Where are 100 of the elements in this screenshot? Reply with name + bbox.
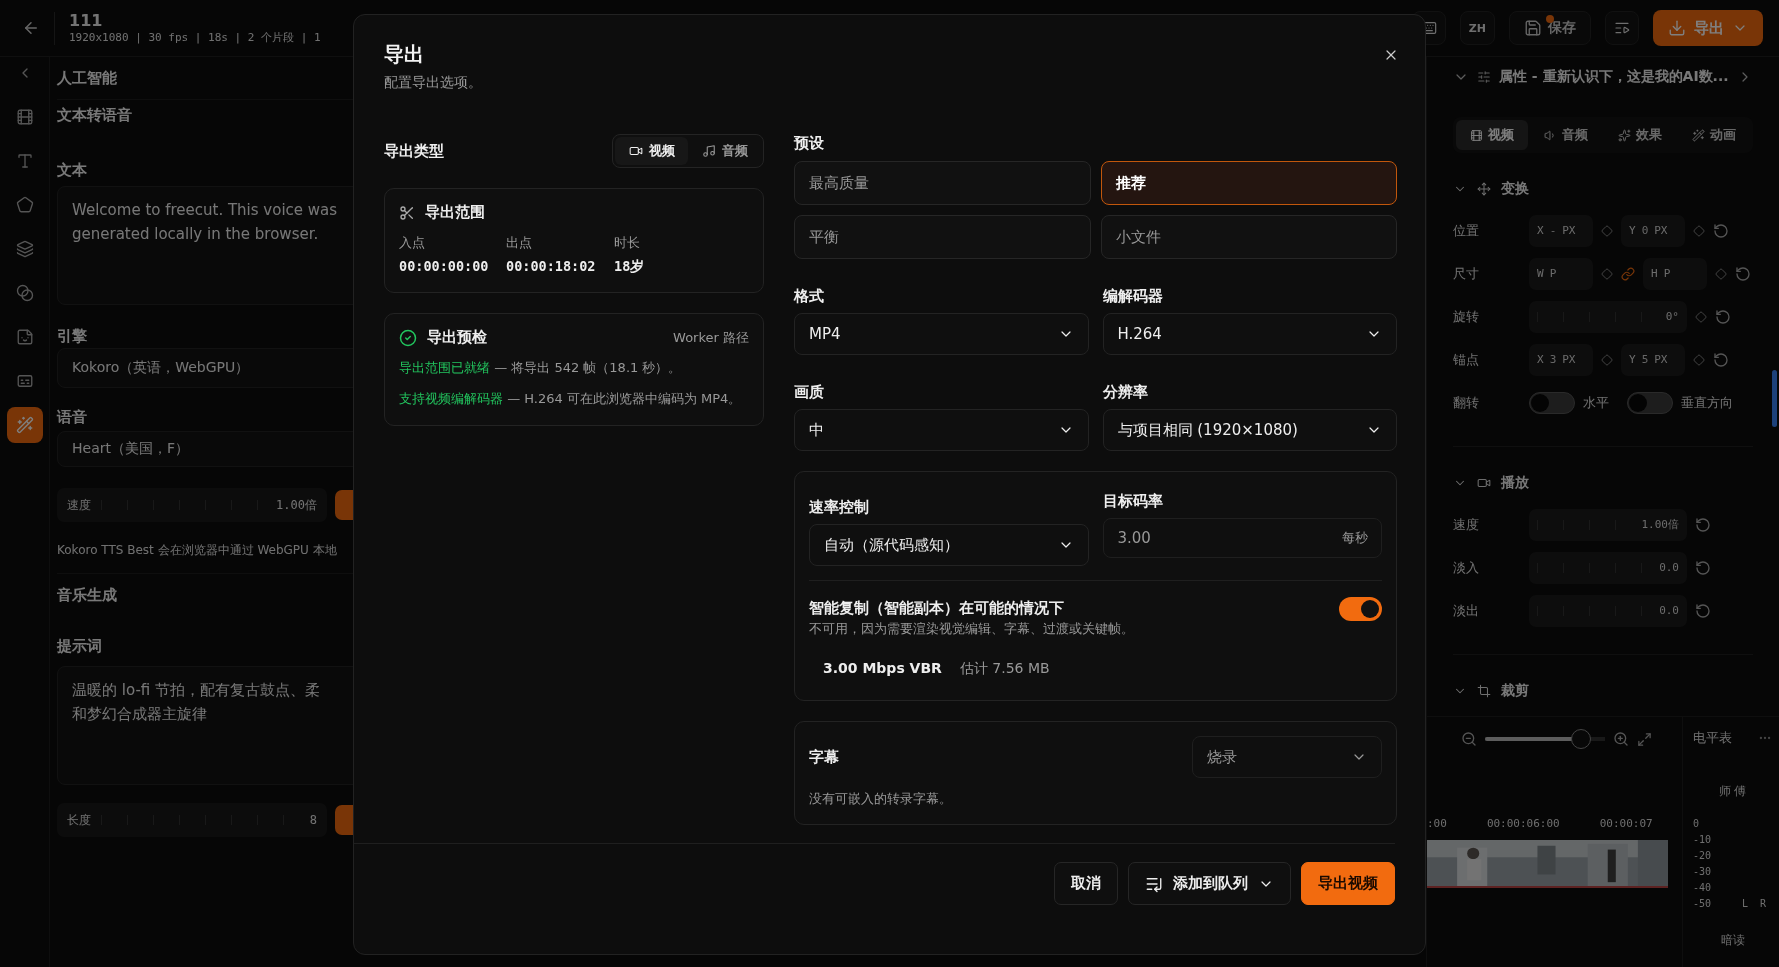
back-icon[interactable] [22, 19, 40, 37]
property-tab[interactable]: 效果 [1604, 120, 1676, 150]
speed-field[interactable]: 速度 1.00倍 [57, 488, 327, 522]
number-field[interactable]: Y 5 PX [1621, 343, 1685, 376]
keyframe-icon[interactable] [1601, 267, 1613, 280]
value-field[interactable]: 1.00倍 [1529, 508, 1687, 541]
value-field[interactable]: 0° [1529, 300, 1687, 333]
unit-label: P [1663, 267, 1671, 280]
meter-title: 电平表 [1693, 729, 1732, 747]
reset-icon[interactable] [1695, 602, 1711, 619]
field-label: 字幕 [809, 747, 839, 767]
move-icon [1477, 182, 1491, 196]
property-tab[interactable]: 动画 [1678, 120, 1750, 150]
reset-icon[interactable] [1695, 516, 1711, 533]
toggle-switch[interactable] [1627, 391, 1673, 414]
keyframe-icon[interactable] [1695, 310, 1707, 323]
panel-title: 人工智能 [57, 68, 117, 88]
type-tab[interactable]: 音频 [688, 137, 761, 165]
scale-label: -10 [1693, 834, 1712, 846]
queue-button[interactable]: 添加到队列 [1128, 862, 1291, 905]
keyframe-icon[interactable] [1601, 224, 1613, 237]
cancel-button[interactable]: 取消 [1054, 862, 1118, 905]
keyframe-icon[interactable] [1693, 353, 1705, 366]
reset-icon[interactable] [1695, 559, 1711, 576]
scale-label: -20 [1693, 850, 1712, 862]
field-label: 预设 [794, 134, 825, 153]
subtitles-note: 没有可嵌入的转录字幕。 [809, 790, 953, 808]
check-message: 支持视频编解码器 — H.264 可在此浏览器中编码为 MP4。 [399, 390, 743, 408]
reset-icon[interactable] [1713, 222, 1729, 239]
select-field[interactable]: 自动（源代码感知） [809, 524, 1089, 566]
zoom-out-icon[interactable] [1461, 731, 1477, 747]
ruler-label: 00:00:07 [1599, 817, 1653, 830]
queue-button[interactable] [1605, 11, 1639, 45]
property-tab[interactable]: 音频 [1530, 120, 1602, 150]
select-field[interactable]: 与项目相同 (1920×1080) [1102, 409, 1397, 451]
save-button[interactable]: 保存 [1509, 11, 1591, 45]
field-label: 目标码率 [1102, 492, 1164, 511]
number-field[interactable]: H P [1643, 257, 1707, 290]
number-field[interactable]: X - PX [1529, 214, 1593, 247]
keyframe-icon[interactable] [1693, 224, 1705, 237]
expand-icon[interactable] [1637, 731, 1652, 747]
number-field[interactable]: W P [1529, 257, 1593, 290]
property-label: 淡出 [1453, 601, 1480, 620]
sidebar-tool[interactable] [6, 407, 43, 443]
download-icon [1668, 19, 1686, 37]
slider-value: 0.0 [1659, 561, 1679, 574]
video-camera-icon [628, 144, 643, 158]
axis-label: Y [1629, 224, 1636, 237]
pentagon-icon [15, 196, 34, 214]
preset-option[interactable]: 最高质量 [794, 161, 1091, 205]
bitrate-summary: 3.00 Mbps VBR [823, 660, 942, 676]
length-field[interactable]: 长度 8 [57, 803, 327, 837]
magic-wand-icon [1692, 128, 1705, 142]
property-tab[interactable]: 视频 [1456, 120, 1528, 150]
preset-option[interactable]: 平衡 [794, 215, 1091, 259]
list-play-icon [1614, 20, 1630, 36]
section-title: 变换 [1501, 180, 1529, 198]
type-tab[interactable]: 视频 [615, 137, 688, 165]
reset-icon[interactable] [1713, 351, 1729, 368]
field-label: 格式 [794, 287, 825, 306]
number-field[interactable]: Y 0 PX [1621, 214, 1685, 247]
slider-label: 速度 [67, 496, 91, 514]
value-field[interactable]: 0.0 [1529, 551, 1687, 584]
field-value: 0 [1641, 224, 1649, 237]
option-note: 不可用，因为需要渲染视觉编辑、字幕、过渡或关键帧。 [809, 621, 1134, 638]
zoom-in-icon[interactable] [1613, 731, 1629, 747]
reset-icon[interactable] [1735, 265, 1751, 282]
unit-label: 每秒 [1342, 529, 1368, 547]
range-label: 时长 [614, 234, 641, 252]
select-field[interactable]: H.264 [1102, 313, 1397, 355]
speaker-icon [1544, 128, 1557, 142]
channel-label: R [1759, 898, 1766, 910]
text-line: generated locally in the browser. [72, 224, 319, 245]
video-camera-icon [1477, 476, 1491, 490]
text-line: 和梦幻合成器主旋律 [72, 704, 207, 725]
language-button[interactable]: ZH [1459, 11, 1495, 45]
select-field[interactable]: 中 [794, 409, 1089, 451]
preset-option[interactable]: 小文件 [1100, 215, 1397, 259]
dialog-title: 导出 [384, 41, 425, 68]
link-icon[interactable] [1621, 266, 1635, 281]
select-field[interactable]: 烧录 [1192, 736, 1382, 778]
scrollbar-thumb[interactable] [1772, 370, 1777, 427]
smart-copy-switch[interactable] [1339, 597, 1382, 621]
music-note-icon [701, 144, 716, 158]
toggle-switch[interactable] [1529, 391, 1575, 414]
export-video-button[interactable]: 导出视频 [1301, 862, 1395, 905]
reset-icon[interactable] [1715, 308, 1731, 325]
select-field[interactable]: MP4 [794, 313, 1089, 355]
scale-label: -50 [1693, 898, 1712, 910]
range-value: 18岁 [614, 258, 646, 276]
number-field[interactable]: X 3 PX [1529, 343, 1593, 376]
property-label: 旋转 [1453, 307, 1480, 326]
keyframe-icon[interactable] [1715, 267, 1727, 280]
value-field[interactable]: 0.0 [1529, 594, 1687, 627]
slider-value: 0° [1665, 310, 1679, 323]
preset-option[interactable]: 推荐 [1100, 161, 1397, 205]
film-icon [15, 108, 34, 126]
path-label: Worker 路径 [673, 328, 749, 347]
dialog-subtitle: 配置导出选项。 [384, 74, 482, 92]
keyframe-icon[interactable] [1601, 353, 1613, 366]
